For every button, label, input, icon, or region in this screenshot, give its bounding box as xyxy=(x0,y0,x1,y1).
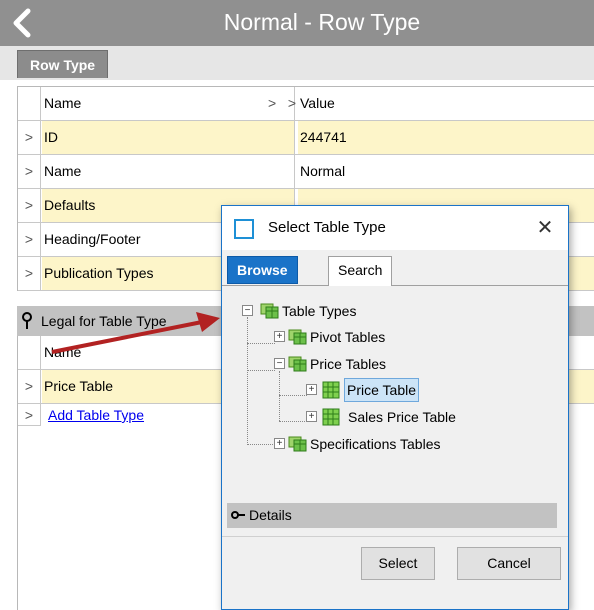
details-section-header[interactable]: Details xyxy=(227,503,557,528)
divider xyxy=(17,438,18,610)
close-icon[interactable]: ✕ xyxy=(532,215,558,241)
row-spacer xyxy=(268,121,295,154)
dialog-title: Select Table Type xyxy=(268,219,386,236)
collapse-icon[interactable]: − xyxy=(242,305,253,316)
expand-icon[interactable]: + xyxy=(274,438,285,449)
tree-guide xyxy=(247,370,275,371)
expand-icon[interactable]: + xyxy=(306,411,317,422)
expand-chevron-icon[interactable]: > xyxy=(18,155,41,188)
pin-horizontal-icon[interactable] xyxy=(231,509,245,521)
tree-node-price-table[interactable]: + Price Table xyxy=(306,378,506,402)
table-icon xyxy=(322,408,340,426)
header-spacer xyxy=(18,87,41,120)
tree-node-table-types[interactable]: − Table Types xyxy=(242,299,442,323)
expand-chevron-icon[interactable]: > xyxy=(18,404,41,426)
tree-label: Price Tables xyxy=(310,356,387,372)
expand-chevron-icon[interactable]: > xyxy=(18,121,41,154)
table-folder-icon xyxy=(288,436,307,452)
tree-node-price-tables[interactable]: − Price Tables xyxy=(274,352,474,376)
title-bar: Normal - Row Type xyxy=(0,0,594,46)
table-type-tree: − Table Types + Pivot Tables − Price Tab… xyxy=(227,295,560,495)
expand-icon[interactable]: + xyxy=(306,384,317,395)
table-icon xyxy=(322,381,340,399)
tree-label: Sales Price Table xyxy=(348,409,456,425)
dialog-title-bar: Select Table Type ✕ xyxy=(222,206,568,250)
header-chevron[interactable]: > > xyxy=(268,87,296,120)
window-icon xyxy=(234,219,254,239)
tab-row-type[interactable]: Row Type xyxy=(17,50,109,78)
dialog-tabs: Browse Search xyxy=(222,250,568,286)
table-row[interactable]: > Name Normal xyxy=(18,155,594,189)
expand-icon[interactable]: + xyxy=(274,331,285,342)
row-value[interactable]: 244741 xyxy=(298,121,594,154)
table-folder-icon xyxy=(288,356,307,372)
tree-node-sales-price-table[interactable]: + Sales Price Table xyxy=(306,405,506,429)
header-name[interactable]: Name xyxy=(42,87,295,120)
expand-chevron-icon[interactable]: > xyxy=(18,223,41,256)
row-value[interactable]: Normal xyxy=(298,155,594,188)
tree-guide xyxy=(247,343,275,344)
row-name: Name xyxy=(42,155,295,188)
cancel-button[interactable]: Cancel xyxy=(457,547,561,580)
window-title: Normal - Row Type xyxy=(223,9,421,35)
tree-label: Table Types xyxy=(282,303,357,319)
row-spacer xyxy=(268,155,295,188)
tree-node-pivot-tables[interactable]: + Pivot Tables xyxy=(274,325,474,349)
grid-header-row: Name > > Value xyxy=(18,87,594,121)
tab-strip: Row Type xyxy=(0,46,594,80)
tree-guide xyxy=(247,444,275,445)
legal-section-title: Legal for Table Type xyxy=(41,313,167,329)
tree-node-specifications-tables[interactable]: + Specifications Tables xyxy=(274,432,514,456)
header-spacer xyxy=(18,336,41,369)
tree-guide xyxy=(247,317,248,445)
divider xyxy=(222,536,568,537)
table-row[interactable]: > ID 244741 xyxy=(18,121,594,155)
tree-guide xyxy=(279,421,307,422)
select-table-type-dialog: Select Table Type ✕ Browse Search − Tabl… xyxy=(221,205,569,610)
collapse-icon[interactable]: − xyxy=(274,358,285,369)
tree-guide xyxy=(279,395,307,396)
tree-guide xyxy=(279,371,280,421)
tab-search[interactable]: Search xyxy=(328,256,393,286)
tree-label: Pivot Tables xyxy=(310,329,386,345)
expand-chevron-icon[interactable]: > xyxy=(18,370,41,403)
add-table-type-link[interactable]: Add Table Type xyxy=(48,407,144,423)
row-name: ID xyxy=(42,121,295,154)
expand-chevron-icon[interactable]: > xyxy=(18,189,41,222)
select-button[interactable]: Select xyxy=(361,547,435,580)
pin-icon[interactable] xyxy=(21,312,33,330)
details-label: Details xyxy=(249,507,292,523)
tree-label: Price Table xyxy=(344,378,420,402)
expand-chevron-icon[interactable]: > xyxy=(18,257,41,290)
header-value[interactable]: Value xyxy=(298,87,594,120)
table-folder-icon xyxy=(288,329,307,345)
tab-browse[interactable]: Browse xyxy=(227,256,298,284)
tree-label: Specifications Tables xyxy=(310,436,441,452)
table-folder-icon xyxy=(260,303,279,319)
